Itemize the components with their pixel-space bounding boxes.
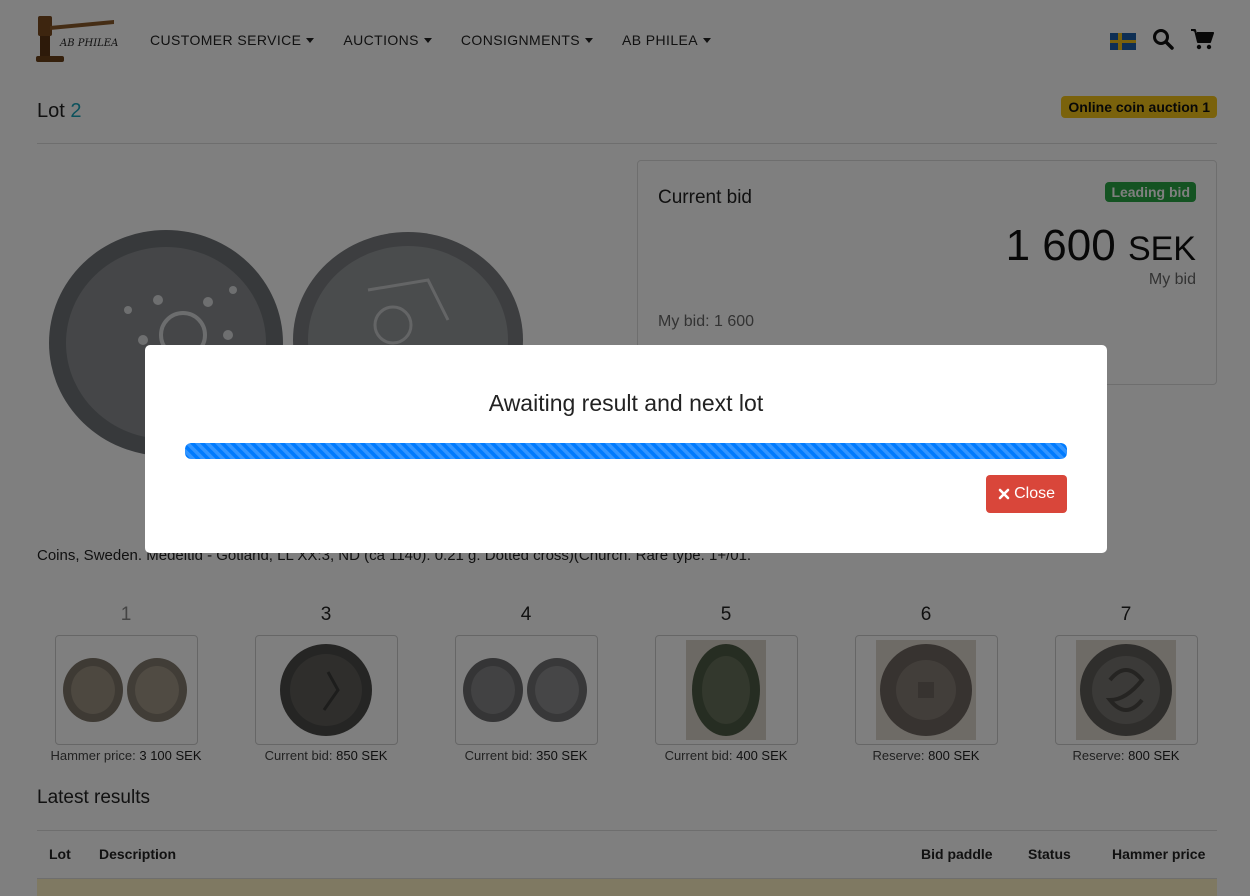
close-button[interactable]: Close bbox=[986, 475, 1067, 513]
modal-title: Awaiting result and next lot bbox=[488, 390, 764, 416]
awaiting-result-modal: Awaiting result and next lot Close bbox=[145, 345, 1107, 553]
progress-bar bbox=[185, 443, 1067, 459]
progress-track bbox=[185, 443, 1067, 459]
close-label: Close bbox=[1014, 485, 1055, 502]
close-icon bbox=[998, 488, 1010, 500]
